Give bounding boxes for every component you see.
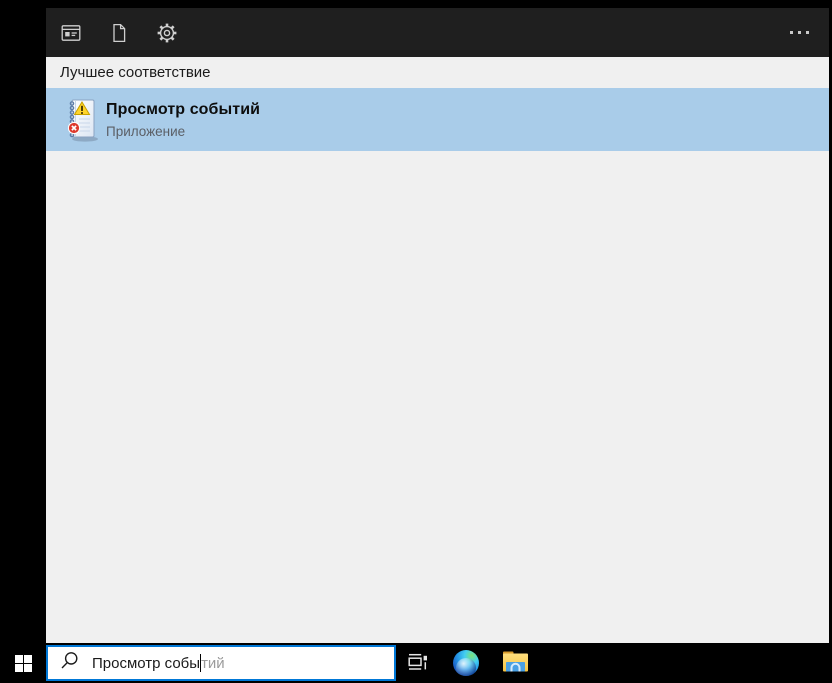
search-filter-bar — [46, 8, 829, 57]
taskbar-search-input[interactable]: Просмотр собы тий — [46, 645, 396, 681]
windows-logo-icon — [14, 654, 32, 672]
tab-documents[interactable] — [107, 21, 131, 45]
more-options-button[interactable] — [788, 23, 811, 42]
document-filter-icon — [107, 21, 131, 45]
start-button[interactable] — [0, 643, 46, 683]
best-match-result[interactable]: Просмотр событий Приложение — [46, 88, 829, 151]
tab-settings[interactable] — [155, 21, 179, 45]
edge-browser-button[interactable] — [442, 643, 490, 683]
best-match-title: Просмотр событий — [106, 100, 261, 118]
edge-browser-icon — [453, 650, 479, 676]
search-autocomplete-suggestion: тий — [201, 654, 225, 672]
best-match-section-title: Лучшее соответствие — [46, 57, 829, 88]
results-empty-area — [46, 151, 829, 643]
more-ellipsis-icon — [790, 31, 793, 34]
file-explorer-icon — [502, 650, 529, 676]
search-icon — [60, 651, 79, 675]
search-typed-text: Просмотр собы — [92, 654, 201, 672]
task-view-button[interactable] — [394, 643, 442, 683]
task-view-icon — [406, 650, 430, 677]
file-explorer-button[interactable] — [491, 643, 539, 683]
search-flyout-panel: Лучшее соответствие Просмотр событий При… — [46, 8, 829, 643]
settings-gear-icon — [155, 21, 179, 45]
tab-apps[interactable] — [59, 21, 83, 45]
event-viewer-icon — [61, 97, 101, 143]
best-match-subtitle: Приложение — [106, 123, 186, 139]
apps-filter-icon — [59, 21, 83, 45]
taskbar: Просмотр собы тий — [0, 643, 832, 683]
